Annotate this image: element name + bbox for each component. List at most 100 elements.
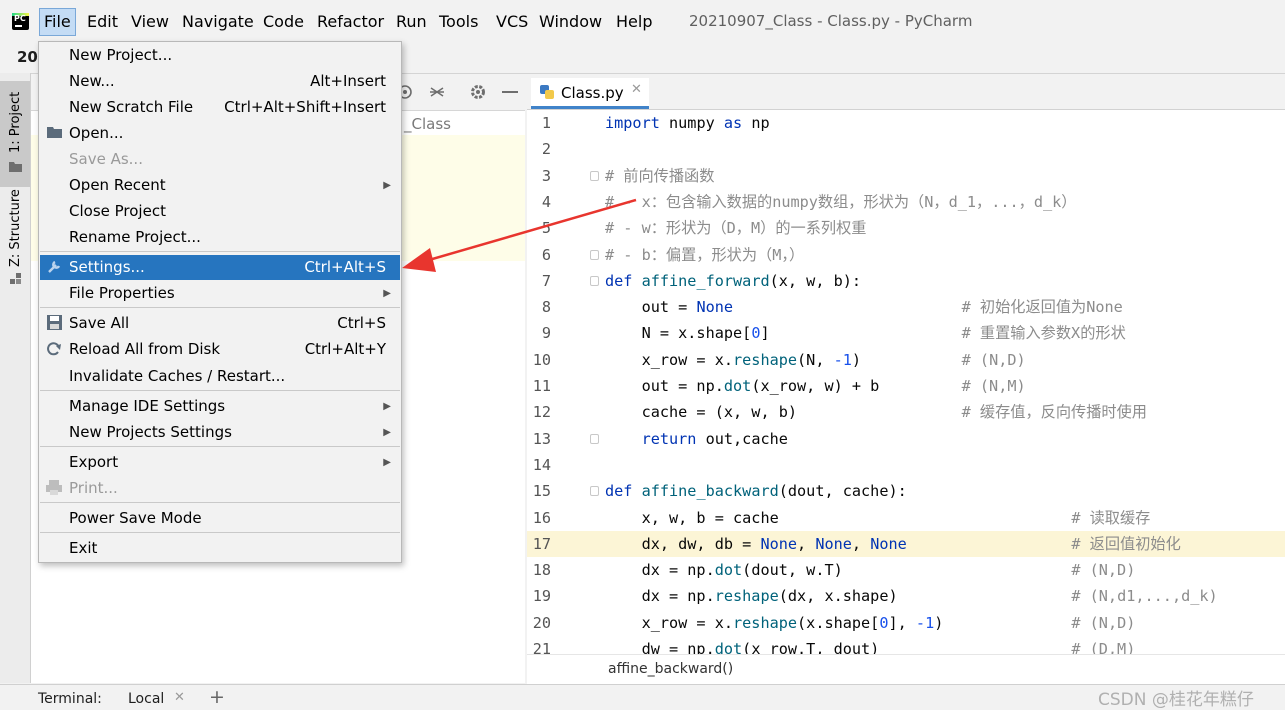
line-number: 17 [532, 534, 551, 553]
code-line[interactable]: 7 def affine_forward(x, w, b): [527, 268, 1285, 294]
fold-marker-icon[interactable] [590, 433, 599, 444]
submenu-arrow-icon: ▶ [383, 457, 391, 468]
menu-item-invalidate-caches-restart[interactable]: Invalidate Caches / Restart... [40, 364, 400, 389]
menu-edit[interactable]: Edit [83, 9, 122, 35]
code-line[interactable]: 16 x, w, b = cache # 读取缓存 [527, 505, 1285, 531]
menu-code[interactable]: Code [259, 9, 308, 35]
code-line[interactable]: 8 out = None # 初始化返回值为None [527, 294, 1285, 320]
gear-icon[interactable] [469, 83, 487, 101]
code-text: # 前向传播函数 [605, 166, 715, 185]
code-line[interactable]: 19 dx = np.reshape(dx, x.shape) # (N,d1,… [527, 583, 1285, 609]
menu-item-label: Open... [69, 124, 124, 142]
code-line[interactable]: 15 def affine_backward(dout, cache): [527, 478, 1285, 504]
menu-item-label: Power Save Mode [69, 509, 202, 527]
menu-item-shortcut: Ctrl+Alt+S [304, 258, 386, 276]
line-number: 19 [532, 587, 551, 606]
menu-item-new-projects-settings[interactable]: New Projects Settings ▶ [40, 420, 400, 445]
code-line[interactable]: 13 return out,cache [527, 426, 1285, 452]
line-number: 3 [541, 166, 551, 185]
code-line[interactable]: 17 dx, dw, db = None, None, None # 返回值初始… [527, 530, 1285, 557]
breadcrumb-function[interactable]: affine_backward() [608, 661, 733, 677]
menu-item-label: Print... [69, 479, 118, 497]
menu-help[interactable]: Help [612, 9, 656, 35]
close-icon[interactable]: ✕ [631, 82, 642, 97]
structure-icon [10, 273, 21, 284]
tab-class-py[interactable]: Class.py ✕ [531, 78, 649, 109]
menu-item-export[interactable]: Export ▶ [40, 450, 400, 475]
menu-item-open[interactable]: Open... [40, 121, 400, 146]
menu-view[interactable]: View [127, 9, 173, 35]
code-line[interactable]: 6 # - b：偏置，形状为（M，） [527, 242, 1285, 268]
fold-marker-icon[interactable] [590, 170, 599, 181]
code-line[interactable]: 3 # 前向传播函数 [527, 163, 1285, 189]
menu-item-settings[interactable]: Settings... Ctrl+Alt+S [40, 255, 400, 280]
code-line[interactable]: 4 # - x：包含输入数据的numpy数组，形状为（N，d_1，...，d_k） [527, 189, 1285, 215]
line-number: 16 [532, 508, 551, 527]
code-line[interactable]: 9 N = x.shape[0] # 重置输入参数X的形状 [527, 320, 1285, 346]
fold-marker-icon[interactable] [590, 275, 599, 286]
code-text: dx = np.reshape(dx, x.shape) # (N,d1,...… [605, 587, 1218, 606]
menu-item-file-properties[interactable]: File Properties ▶ [40, 281, 400, 306]
menu-item-shortcut: Ctrl+S [337, 314, 386, 332]
menu-item-label: Save All [69, 314, 130, 332]
code-text: # - w：形状为（D，M）的一系列权重 [605, 219, 867, 238]
close-icon[interactable]: ✕ [174, 690, 185, 705]
menu-item-new[interactable]: New... Alt+Insert [40, 69, 400, 94]
collapse-all-icon[interactable] [429, 84, 445, 100]
code-text: return out,cache [641, 429, 788, 448]
menu-item-rename-project[interactable]: Rename Project... [40, 225, 400, 250]
terminal-tab-local[interactable]: Local [128, 691, 164, 707]
line-number: 12 [532, 403, 551, 422]
menu-item-power-save-mode[interactable]: Power Save Mode [40, 506, 400, 531]
menu-item-save-all[interactable]: Save All Ctrl+S [40, 311, 400, 336]
menu-vcs[interactable]: VCS [492, 9, 532, 35]
menu-file[interactable]: File [39, 8, 76, 36]
menu-item-exit[interactable]: Exit [40, 536, 400, 561]
submenu-arrow-icon: ▶ [383, 288, 391, 299]
menu-item-manage-ide-settings[interactable]: Manage IDE Settings ▶ [40, 394, 400, 419]
menu-item-shortcut: Alt+Insert [310, 72, 386, 90]
tool-tab-project-label: 1: Project [8, 91, 23, 153]
code-line[interactable]: 18 dx = np.dot(dout, w.T) # (N,D) [527, 557, 1285, 583]
menu-item-new-project[interactable]: New Project... [40, 43, 400, 68]
fold-marker-icon[interactable] [590, 486, 599, 497]
project-tree-root[interactable]: _Class [404, 115, 451, 133]
menu-window[interactable]: Window [535, 9, 606, 35]
code-line[interactable]: 11 out = np.dot(x_row, w) + b # (N,M) [527, 373, 1285, 399]
folder-icon [9, 162, 22, 172]
tool-tab-project[interactable]: 1: Project [0, 81, 30, 187]
code-editor[interactable]: 1 import numpy as np 2 3 # 前向传播函数 4 # - x：包含输入… [527, 110, 1285, 654]
code-line[interactable]: 21 dw = np.dot(x_row.T, dout) # (D,M) [527, 636, 1285, 654]
menu-tools[interactable]: Tools [435, 9, 482, 35]
menu-item-label: Open Recent [69, 176, 166, 194]
minimize-icon[interactable] [502, 91, 518, 94]
menu-item-label: Rename Project... [69, 228, 201, 246]
menu-refactor[interactable]: Refactor [313, 9, 388, 35]
tool-tab-structure[interactable]: Z: Structure [0, 189, 30, 291]
menu-separator [40, 446, 400, 447]
code-line[interactable]: 1 import numpy as np [527, 110, 1285, 136]
bottom-tool-bar: Terminal: Local ✕ + CSDN @桂花年糕仔 [0, 684, 1285, 710]
line-number: 21 [532, 640, 551, 654]
line-number: 14 [532, 455, 551, 474]
code-line[interactable]: 10 x_row = x.reshape(N, -1) # (N,D) [527, 347, 1285, 373]
menu-item-open-recent[interactable]: Open Recent ▶ [40, 173, 400, 198]
line-number: 1 [541, 114, 551, 132]
code-line[interactable]: 14 [527, 452, 1285, 478]
menu-run[interactable]: Run [392, 9, 431, 35]
menu-item-new-scratch-file[interactable]: New Scratch File Ctrl+Alt+Shift+Insert [40, 95, 400, 120]
pycharm-logo-icon: PC [12, 13, 29, 30]
code-line[interactable]: 5 # - w：形状为（D，M）的一系列权重 [527, 215, 1285, 241]
code-text: dx = np.dot(dout, w.T) # (N,D) [605, 561, 1136, 580]
annotation-arrow [402, 198, 637, 272]
code-text: N = x.shape[0] # 重置输入参数X的形状 [605, 324, 1126, 343]
add-icon[interactable]: + [209, 686, 225, 708]
code-line[interactable]: 2 [527, 136, 1285, 162]
code-line[interactable]: 20 x_row = x.reshape(x.shape[0], -1) # (… [527, 610, 1285, 636]
line-number: 2 [541, 140, 551, 159]
code-line[interactable]: 12 cache = (x, w, b) # 缓存值，反向传播时使用 [527, 399, 1285, 425]
menu-item-close-project[interactable]: Close Project [40, 199, 400, 224]
menu-item-reload-all-from-disk[interactable]: Reload All from Disk Ctrl+Alt+Y [40, 337, 400, 362]
menu-item-label: Settings... [69, 258, 145, 276]
menu-navigate[interactable]: Navigate [178, 9, 258, 35]
